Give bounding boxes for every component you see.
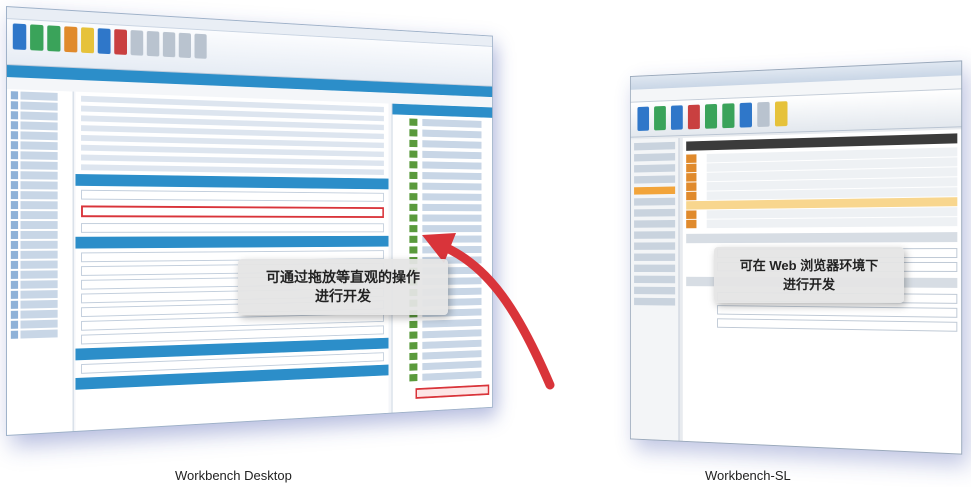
tree-item[interactable] xyxy=(10,230,69,239)
nav-item[interactable] xyxy=(634,286,676,295)
ribbon-icon[interactable] xyxy=(97,28,111,55)
nav-item[interactable] xyxy=(634,175,676,184)
nav-item[interactable] xyxy=(634,275,676,284)
tree-item[interactable] xyxy=(10,111,69,121)
tree-item[interactable] xyxy=(10,171,69,180)
tree-item[interactable] xyxy=(10,319,69,329)
nav-item[interactable] xyxy=(634,297,676,306)
desktop-callout-line2: 进行开发 xyxy=(315,288,371,304)
list-row[interactable] xyxy=(81,164,384,175)
ribbon-icon[interactable] xyxy=(64,26,78,53)
tree-item[interactable] xyxy=(10,260,69,269)
tree-node[interactable] xyxy=(409,193,490,201)
tree-item[interactable] xyxy=(10,309,69,319)
tree-node[interactable] xyxy=(409,203,490,212)
tree-item[interactable] xyxy=(10,131,69,141)
tree-node[interactable] xyxy=(409,171,490,181)
tree-item[interactable] xyxy=(10,329,69,339)
nav-item[interactable] xyxy=(634,197,676,206)
ribbon-icon[interactable] xyxy=(194,33,207,59)
tree-item[interactable] xyxy=(10,191,69,200)
nav-item[interactable] xyxy=(634,141,676,151)
tree-item[interactable] xyxy=(10,240,69,249)
ribbon-icon[interactable] xyxy=(670,105,683,130)
ribbon-icon[interactable] xyxy=(30,24,44,51)
form-field[interactable] xyxy=(81,223,384,233)
nav-item-selected[interactable] xyxy=(634,186,676,195)
section-header-bar xyxy=(75,235,389,249)
ribbon-icon[interactable] xyxy=(774,101,788,127)
tree-item[interactable] xyxy=(10,101,69,112)
desktop-caption: Workbench Desktop xyxy=(175,468,292,483)
tree-item[interactable] xyxy=(10,280,69,289)
ribbon-icon[interactable] xyxy=(637,106,650,131)
nav-item[interactable] xyxy=(634,253,676,261)
ribbon-icon[interactable] xyxy=(757,101,770,128)
ribbon-icon[interactable] xyxy=(114,29,127,55)
ribbon-icon[interactable] xyxy=(146,30,160,57)
tree-item[interactable] xyxy=(10,151,69,161)
nav-item[interactable] xyxy=(634,219,676,228)
pane-header-bar xyxy=(392,103,493,118)
sl-navigation-pane xyxy=(630,137,680,441)
tree-node[interactable] xyxy=(409,139,490,149)
tree-item[interactable] xyxy=(10,270,69,279)
sl-callout-line1: 可在 Web 浏览器环境下 xyxy=(739,258,879,273)
tree-node[interactable] xyxy=(409,161,490,170)
nav-item[interactable] xyxy=(634,231,676,239)
tree-item[interactable] xyxy=(10,211,69,220)
tree-item[interactable] xyxy=(10,289,69,299)
desktop-callout: 可通过拖放等直观的操作 进行开发 xyxy=(238,259,448,315)
nav-item[interactable] xyxy=(634,208,676,217)
ribbon-icon[interactable] xyxy=(722,103,735,129)
nav-item[interactable] xyxy=(634,153,676,162)
tree-item[interactable] xyxy=(10,161,69,170)
tree-node[interactable] xyxy=(409,182,490,191)
ribbon-icon[interactable] xyxy=(654,105,666,131)
drop-target-field[interactable] xyxy=(81,205,384,218)
tree-node[interactable] xyxy=(409,150,490,160)
tree-item[interactable] xyxy=(10,91,69,102)
desktop-navigation-tree xyxy=(6,89,74,435)
grid-row[interactable] xyxy=(686,217,958,229)
form-field[interactable] xyxy=(717,318,958,332)
nav-item[interactable] xyxy=(634,164,676,173)
tree-node[interactable] xyxy=(409,214,490,222)
ribbon-icon[interactable] xyxy=(130,30,144,56)
tree-item[interactable] xyxy=(10,121,69,131)
tree-node[interactable] xyxy=(409,129,490,139)
ribbon-icon[interactable] xyxy=(705,103,718,129)
form-field[interactable] xyxy=(81,189,384,202)
ribbon-icon[interactable] xyxy=(12,23,27,50)
form-field[interactable] xyxy=(717,305,958,318)
ribbon-icon[interactable] xyxy=(81,27,95,54)
tree-item[interactable] xyxy=(10,250,69,259)
detail-tab-strip[interactable] xyxy=(686,232,958,244)
section-header-bar xyxy=(75,174,389,190)
nav-item[interactable] xyxy=(634,242,676,250)
sl-callout: 可在 Web 浏览器环境下 进行开发 xyxy=(714,247,904,303)
tree-node[interactable] xyxy=(409,118,490,129)
comparison-figure: 可通过拖放等直观的操作 进行开发 可在 Web 浏览器环境下 进行开发 Work… xyxy=(0,0,971,487)
tree-item[interactable] xyxy=(10,141,69,151)
ribbon-icon[interactable] xyxy=(687,104,700,130)
ribbon-icon[interactable] xyxy=(47,25,61,52)
sl-callout-line2: 进行开发 xyxy=(782,277,835,292)
ribbon-icon[interactable] xyxy=(162,31,176,58)
desktop-callout-line1: 可通过拖放等直观的操作 xyxy=(266,269,420,285)
tree-item[interactable] xyxy=(10,299,69,309)
tree-item[interactable] xyxy=(10,201,69,210)
nav-item[interactable] xyxy=(634,264,676,273)
ribbon-icon[interactable] xyxy=(178,32,192,59)
tree-item[interactable] xyxy=(10,221,69,229)
sl-caption: Workbench-SL xyxy=(705,468,791,483)
ribbon-icon[interactable] xyxy=(739,102,752,128)
tree-item[interactable] xyxy=(10,181,69,190)
